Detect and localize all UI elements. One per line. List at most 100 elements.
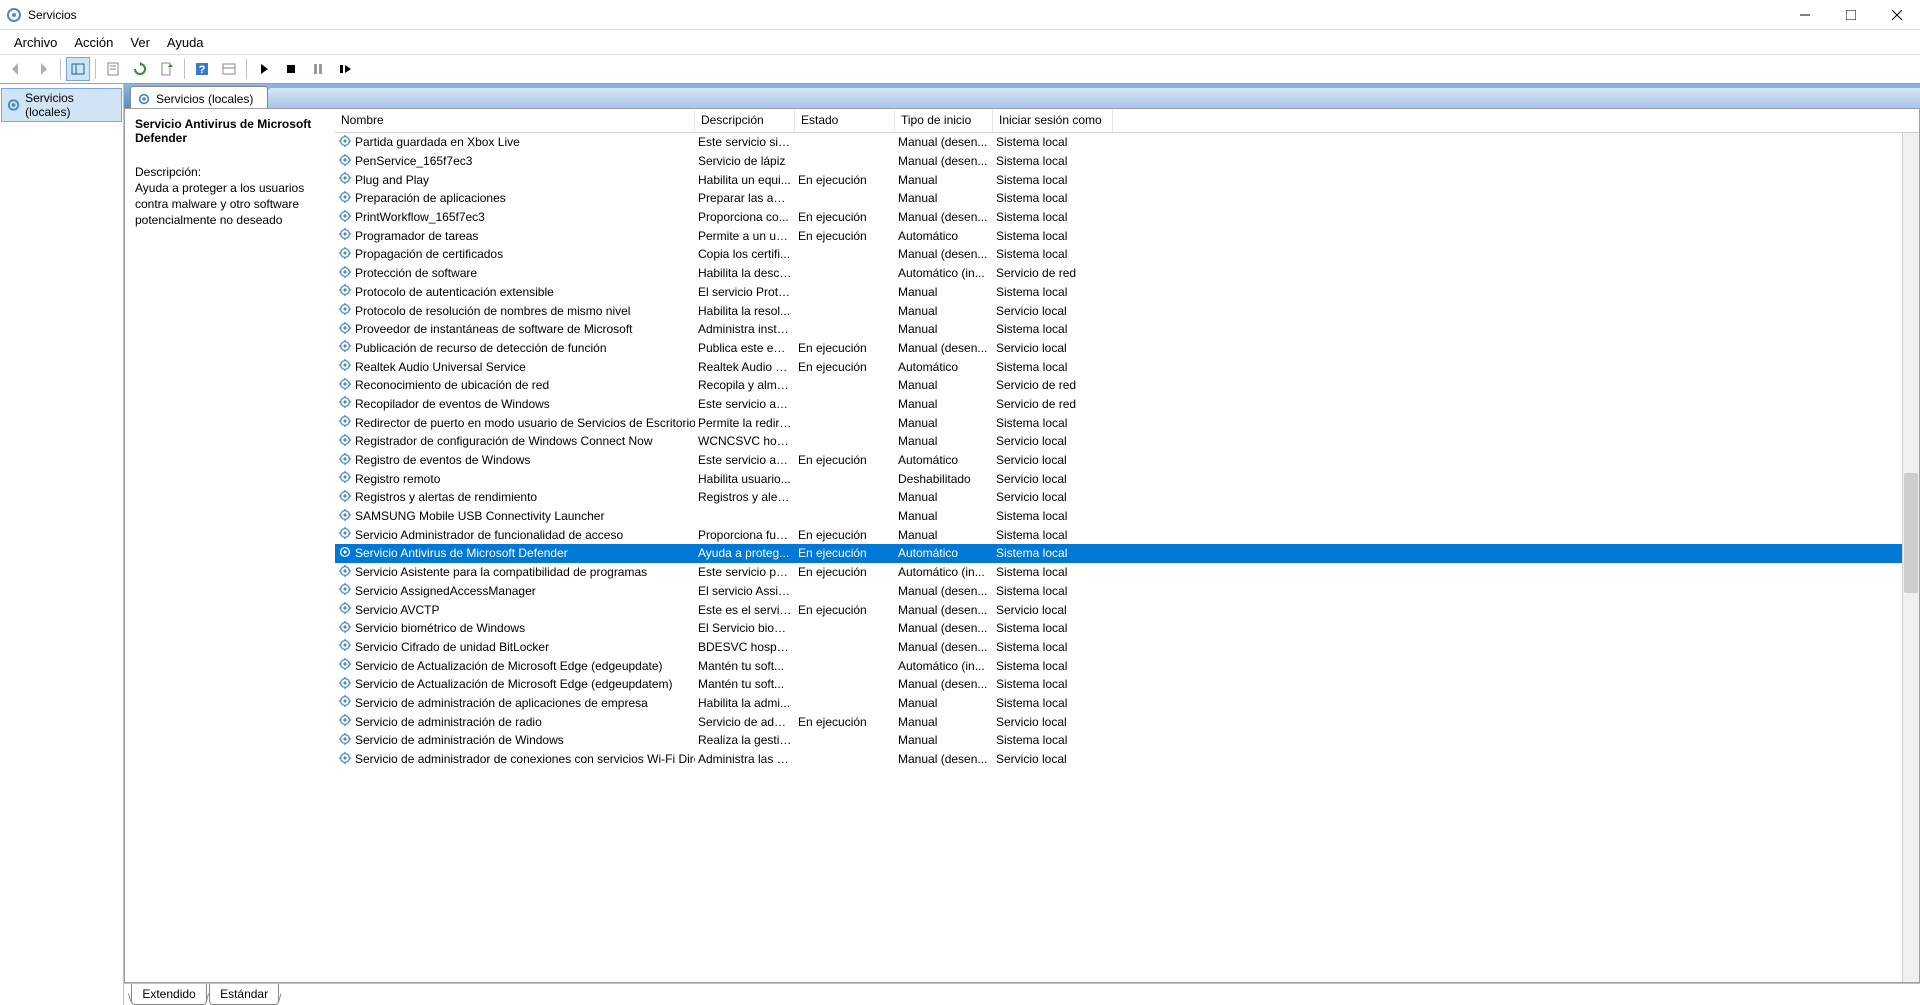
col-state[interactable]: Estado [795, 109, 895, 132]
service-logon: Sistema local [993, 565, 1113, 579]
service-row[interactable]: Partida guardada en Xbox LiveEste servic… [335, 133, 1919, 152]
service-row[interactable]: Proveedor de instantáneas de software de… [335, 320, 1919, 339]
service-row[interactable]: SAMSUNG Mobile USB Connectivity Launcher… [335, 507, 1919, 526]
service-name-cell: Servicio biométrico de Windows [335, 620, 695, 637]
service-row[interactable]: Servicio Cifrado de unidad BitLockerBDES… [335, 638, 1919, 657]
service-startup: Automático (in... [895, 659, 993, 673]
maximize-button[interactable] [1828, 0, 1874, 30]
service-name: Reconocimiento de ubicación de red [355, 378, 549, 392]
service-row[interactable]: Publicación de recurso de detección de f… [335, 339, 1919, 358]
export-button[interactable] [155, 57, 179, 81]
service-row[interactable]: Propagación de certificadosCopia los cer… [335, 245, 1919, 264]
tree-root-services[interactable]: Servicios (locales) [1, 88, 122, 122]
service-startup: Automático [895, 360, 993, 374]
service-row[interactable]: Plug and PlayHabilita un equi...En ejecu… [335, 170, 1919, 189]
tab-standard[interactable]: Estándar [209, 984, 279, 1005]
service-name: Proveedor de instantáneas de software de… [355, 322, 633, 336]
service-row[interactable]: Servicio Antivirus de Microsoft Defender… [335, 544, 1919, 563]
service-row[interactable]: Servicio de administrador de conexiones … [335, 750, 1919, 769]
vertical-scrollbar[interactable] [1902, 133, 1919, 982]
service-row[interactable]: PrintWorkflow_165f7ec3Proporciona co...E… [335, 208, 1919, 227]
service-logon: Sistema local [993, 154, 1113, 168]
gear-icon [338, 601, 355, 618]
service-row[interactable]: Servicio de administración de WindowsRea… [335, 731, 1919, 750]
back-button[interactable] [4, 57, 28, 81]
service-row[interactable]: Reconocimiento de ubicación de red Recopi… [335, 376, 1919, 395]
service-logon: Sistema local [993, 322, 1113, 336]
service-row[interactable]: Servicio AVCTPEste es el servici...En ej… [335, 600, 1919, 619]
menu-archivo[interactable]: Archivo [6, 33, 65, 52]
service-desc: WCNCSVC hosp... [695, 434, 795, 448]
gear-icon [338, 414, 355, 431]
service-startup: Manual [895, 416, 993, 430]
service-startup: Manual [895, 696, 993, 710]
service-row[interactable]: Realtek Audio Universal ServiceRealtek A… [335, 357, 1919, 376]
restart-service-button[interactable] [333, 57, 357, 81]
service-row[interactable]: Protocolo de autenticación extensibleEl … [335, 283, 1919, 302]
pause-service-button[interactable] [306, 57, 330, 81]
service-row[interactable]: Servicio de Actualización de Microsoft E… [335, 675, 1919, 694]
service-row[interactable]: Registros y alertas de rendimientoRegist… [335, 488, 1919, 507]
service-row[interactable]: Registro remotoHabilita usuario...Deshab… [335, 469, 1919, 488]
toolbar-icon[interactable] [217, 57, 241, 81]
service-name-cell: Servicio AssignedAccessManager [335, 582, 695, 599]
show-hide-tree-button[interactable] [66, 57, 90, 81]
service-row[interactable]: Servicio de Actualización de Microsoft E… [335, 656, 1919, 675]
service-startup: Manual [895, 397, 993, 411]
service-desc: Habilita un equi... [695, 173, 795, 187]
refresh-button[interactable] [128, 57, 152, 81]
service-startup: Automático (in... [895, 565, 993, 579]
service-row[interactable]: Protección de softwareHabilita la desca.… [335, 264, 1919, 283]
menu-ayuda[interactable]: Ayuda [159, 33, 212, 52]
service-row[interactable]: Servicio biométrico de WindowsEl Servici… [335, 619, 1919, 638]
service-row[interactable]: Registro de eventos de WindowsEste servi… [335, 451, 1919, 470]
service-row[interactable]: Servicio Asistente para la compatibilida… [335, 563, 1919, 582]
service-name: Registro remoto [355, 472, 440, 486]
menu-accion[interactable]: Acción [66, 33, 121, 52]
service-row[interactable]: Programador de tareasPermite a un us...E… [335, 226, 1919, 245]
service-state: En ejecución [795, 565, 895, 579]
scrollbar-thumb[interactable] [1904, 473, 1918, 593]
gear-icon [338, 246, 355, 263]
service-logon: Servicio local [993, 341, 1113, 355]
forward-button[interactable] [31, 57, 55, 81]
service-state: En ejecución [795, 341, 895, 355]
service-desc: Recopila y alma... [695, 378, 795, 392]
col-description[interactable]: Descripción [695, 109, 795, 132]
gear-icon [338, 564, 355, 581]
service-logon: Sistema local [993, 659, 1113, 673]
tab-extended[interactable]: Extendido [131, 984, 206, 1005]
close-button[interactable] [1874, 0, 1920, 30]
minimize-button[interactable] [1782, 0, 1828, 30]
service-name-cell: Reconocimiento de ubicación de red [335, 377, 695, 394]
service-desc: Preparar las apli... [695, 191, 795, 205]
service-row[interactable]: Redirector de puerto en modo usuario de … [335, 413, 1919, 432]
service-row[interactable]: Recopilador de eventos de WindowsEste se… [335, 395, 1919, 414]
service-row[interactable]: Servicio de administración de aplicacion… [335, 694, 1919, 713]
service-row[interactable]: PenService_165f7ec3Servicio de lápizManu… [335, 152, 1919, 171]
service-name-cell: Servicio de administración de radio [335, 713, 695, 730]
service-row[interactable]: Servicio Administrador de funcionalidad … [335, 525, 1919, 544]
gear-icon [338, 190, 355, 207]
service-name: Registros y alertas de rendimiento [355, 490, 537, 504]
service-name: Servicio de Actualización de Microsoft E… [355, 677, 673, 691]
service-row[interactable]: Servicio de administración de radioServi… [335, 712, 1919, 731]
gear-icon [338, 657, 355, 674]
stop-service-button[interactable] [279, 57, 303, 81]
service-row[interactable]: Servicio AssignedAccessManagerEl servici… [335, 582, 1919, 601]
menu-ver[interactable]: Ver [122, 33, 158, 52]
properties-button[interactable] [101, 57, 125, 81]
gear-icon [338, 209, 355, 226]
col-startup[interactable]: Tipo de inicio [895, 109, 993, 132]
title-bar: Servicios [0, 0, 1920, 30]
help-button[interactable]: ? [190, 57, 214, 81]
start-service-button[interactable] [252, 57, 276, 81]
col-logon[interactable]: Iniciar sesión como [993, 109, 1113, 132]
service-name-cell: Realtek Audio Universal Service [335, 358, 695, 375]
service-row[interactable]: Registrador de configuración de Windows … [335, 432, 1919, 451]
service-row[interactable]: Preparación de aplicacionesPreparar las … [335, 189, 1919, 208]
col-name[interactable]: Nombre [335, 109, 695, 132]
service-row[interactable]: Protocolo de resolución de nombres de mi… [335, 301, 1919, 320]
service-name: Servicio Antivirus de Microsoft Defender [355, 546, 568, 560]
service-logon: Sistema local [993, 528, 1113, 542]
